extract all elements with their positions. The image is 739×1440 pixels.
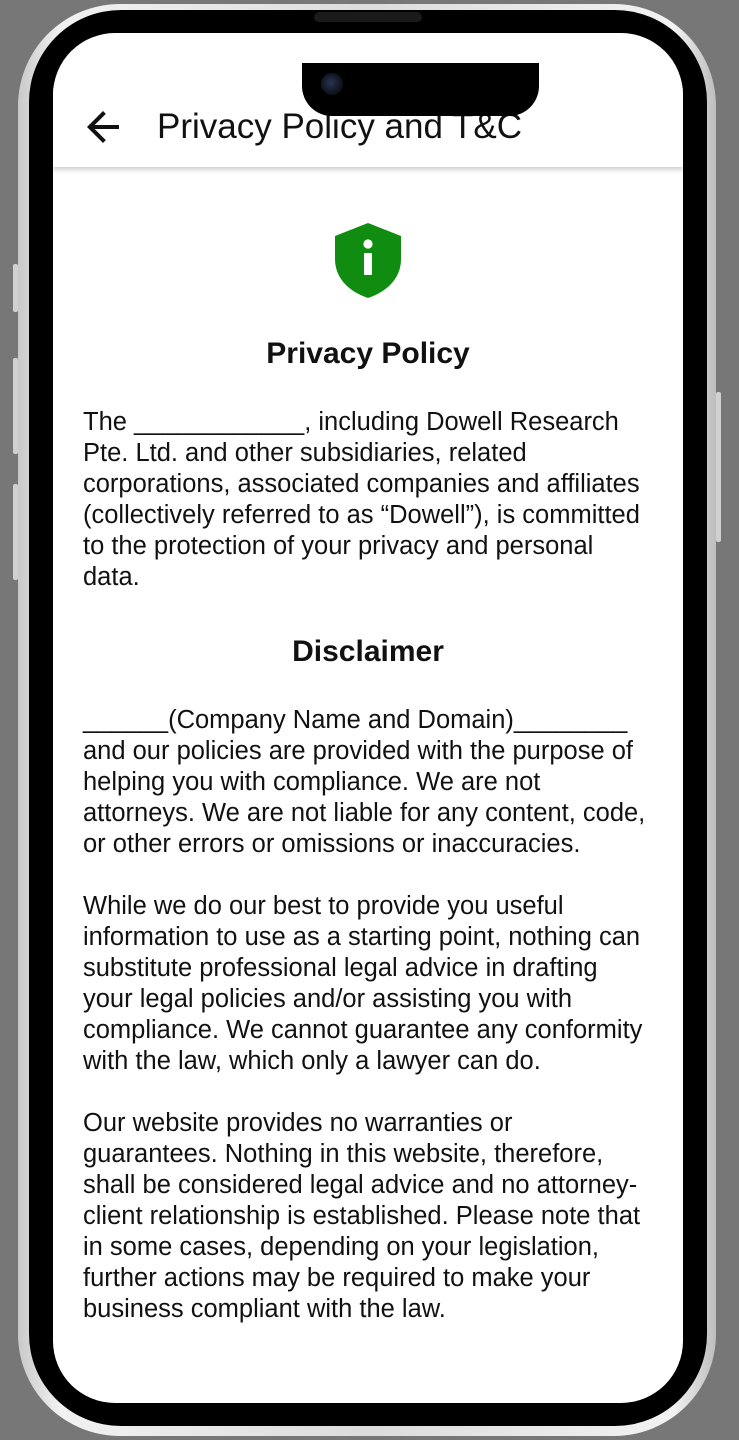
privacy-policy-heading: Privacy Policy [266,337,470,370]
front-camera [321,73,343,95]
disclaimer-heading: Disclaimer [292,635,444,668]
disclaimer-paragraph: ______(Company Name and Domain)________ … [83,706,646,858]
policy-content[interactable]: Privacy Policy The ____________, includi… [53,167,683,1403]
app-screen: Privacy Policy and T&C Privacy Policy Th… [53,33,683,1403]
mute-switch [13,264,18,312]
volume-down-button [13,484,18,580]
disclaimer-paragraph: Our website provides no warranties or gu… [83,1109,641,1323]
volume-up-button [13,358,18,454]
privacy-policy-text: The ____________, including Dowell Resea… [83,408,640,591]
speaker-grille [314,12,422,22]
power-button [716,392,721,542]
shield-info-icon [335,223,401,298]
arrow-left-icon [87,111,119,143]
disclaimer-paragraph: While we do our best to provide you usef… [83,892,643,1075]
back-button[interactable] [77,101,129,153]
